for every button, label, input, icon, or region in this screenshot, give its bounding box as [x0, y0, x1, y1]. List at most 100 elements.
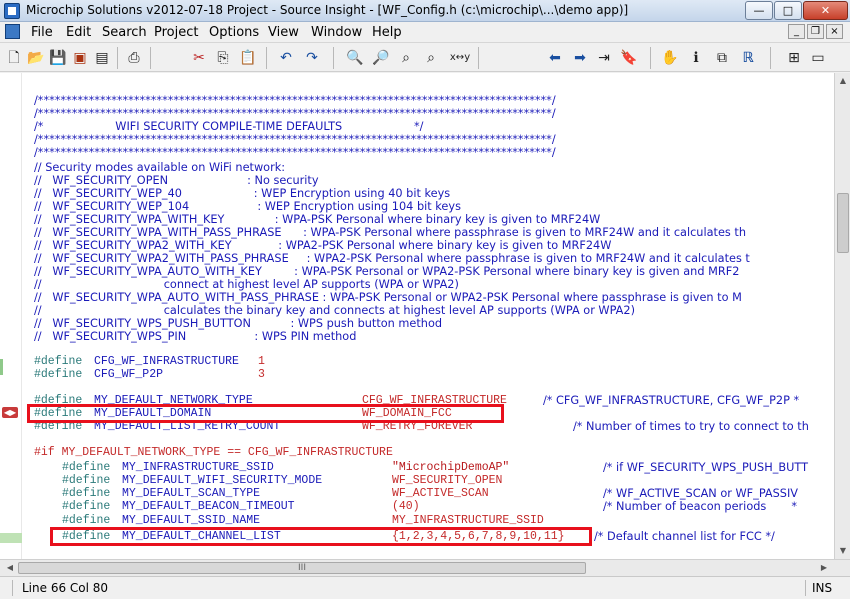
code-line: // WF_SECURITY_OPEN : No security [34, 174, 319, 187]
save-all-icon[interactable]: ▣ [70, 48, 90, 68]
code-line: /***************************************… [34, 94, 556, 107]
code-line: // WF_SECURITY_WEP_104 : WEP Encryption … [34, 200, 461, 213]
code-line: // connect at highest level AP supports … [34, 278, 459, 291]
status-separator [805, 580, 806, 596]
define-name: MY_DEFAULT_SSID_NAME [122, 514, 261, 527]
title-bar: Microchip Solutions v2012-07-18 Project … [0, 0, 850, 22]
define-keyword: #define [34, 368, 83, 381]
preprocessor-if-line: #if MY_DEFAULT_NETWORK_TYPE == CFG_WF_IN… [34, 446, 393, 459]
toolbar-separator [650, 47, 651, 69]
insert-mode-indicator: INS [812, 581, 833, 595]
search-backward-icon[interactable]: ⌕ [421, 48, 441, 68]
define-name: MY_INFRASTRUCTURE_SSID [122, 461, 274, 474]
code-line: /* WIFI SECURITY COMPILE-TIME DEFAULTS *… [34, 120, 424, 133]
define-value: MY_INFRASTRUCTURE_SSID [392, 514, 544, 527]
define-keyword: #define [62, 487, 111, 500]
define-comment: /* WF_ACTIVE_SCAN or WF_PASSIV [603, 487, 799, 500]
cut-icon[interactable]: ✂ [189, 48, 209, 68]
define-comment: /* if WF_SECURITY_WPS_PUSH_BUTT [603, 461, 808, 474]
toolbar-separator [117, 47, 118, 69]
highlight-box-domain [27, 404, 504, 423]
highlight-box-channel-list [50, 527, 592, 546]
save-icon[interactable]: 💾 [48, 48, 68, 68]
menu-edit[interactable]: Edit [66, 25, 91, 40]
undo-icon[interactable]: ↶ [276, 48, 296, 68]
define-name: CFG_WF_INFRASTRUCTURE [94, 355, 239, 368]
code-line: // WF_SECURITY_WPA_AUTO_WITH_PASS_PHRASE… [34, 291, 742, 304]
define-value: (40) [392, 500, 420, 513]
bookmark-icon[interactable]: 🔖 [619, 48, 639, 68]
print-icon[interactable]: ⎙ [124, 48, 144, 68]
replace-icon[interactable]: x↔y [447, 48, 473, 68]
status-bar: Line 66 Col 80 INS [0, 576, 850, 599]
menu-search[interactable]: Search [102, 25, 147, 40]
define-comment: /* Number of beacon periods * [603, 500, 798, 513]
relations-icon[interactable]: ℝ [738, 48, 758, 68]
menu-window[interactable]: Window [311, 25, 362, 40]
source-insight-app-icon[interactable] [4, 3, 20, 19]
horizontal-scrollbar[interactable]: ◀ III ▶ [0, 559, 850, 576]
close-button[interactable]: ✕ [803, 1, 848, 20]
define-comment: /* CFG_WF_INFRASTRUCTURE, CFG_WF_P2P * [543, 394, 800, 407]
symbol-info-icon[interactable]: ℹ [686, 48, 706, 68]
code-line: // WF_SECURITY_WPA_AUTO_WITH_KEY : WPA-P… [34, 265, 740, 278]
bookmark-marker-icon[interactable]: ◀▶ [2, 407, 18, 418]
menu-options[interactable]: Options [209, 25, 259, 40]
define-name: MY_DEFAULT_BEACON_TIMEOUT [122, 500, 295, 513]
current-line-marker [0, 533, 22, 543]
define-value: WF_SECURITY_OPEN [392, 474, 503, 487]
redo-icon[interactable]: ↷ [302, 48, 322, 68]
code-line: // WF_SECURITY_WPA2_WITH_KEY : WPA2-PSK … [34, 239, 612, 252]
document-system-menu-icon[interactable] [5, 24, 20, 39]
scroll-up-arrow-icon[interactable]: ▲ [835, 73, 850, 89]
code-line: /***************************************… [34, 107, 556, 120]
cursor-position: Line 66 Col 80 [22, 581, 109, 595]
define-value: "MicrochipDemoAP" [392, 461, 510, 474]
editor-gutter[interactable]: ◀▶ [0, 73, 22, 559]
define-keyword: #define [62, 514, 111, 527]
define-name: MY_DEFAULT_WIFI_SECURITY_MODE [122, 474, 323, 487]
close-file-icon[interactable]: ▤ [92, 48, 112, 68]
back-icon[interactable]: ⬅ [545, 48, 565, 68]
menu-help[interactable]: Help [372, 25, 402, 40]
minimize-button[interactable]: — [745, 1, 773, 20]
maximize-button[interactable]: □ [774, 1, 802, 20]
toolbar: 🗋 📂 💾 ▣ ▤ ⎙ ✂ ⎘ 📋 ↶ ↷ 🔍 🔎 ⌕ ⌕ x↔y ⬅ ➡ ⇥ … [0, 42, 850, 72]
search-files-icon[interactable]: 🔎 [371, 48, 391, 68]
browse-symbol-icon[interactable]: ✋ [660, 48, 680, 68]
code-editor[interactable]: ◀▶ /************************************… [0, 73, 834, 559]
code-line: // WF_SECURITY_WPA2_WITH_PASS_PHRASE : W… [34, 252, 750, 265]
copy-icon[interactable]: ⎘ [213, 48, 233, 68]
menu-project[interactable]: Project [154, 25, 198, 40]
define-keyword: #define [62, 500, 111, 513]
new-file-icon[interactable]: 🗋 [4, 48, 24, 68]
status-separator [12, 580, 13, 596]
modified-line-marker [0, 359, 3, 375]
references-icon[interactable]: ⧉ [712, 48, 732, 68]
forward-icon[interactable]: ➡ [570, 48, 590, 68]
document-restore-button[interactable]: ❐ [807, 24, 824, 39]
horizontal-scroll-thumb[interactable]: III [18, 562, 586, 574]
window-tile-icon[interactable]: ⊞ [784, 48, 804, 68]
paste-icon[interactable]: 📋 [238, 48, 258, 68]
document-close-button[interactable]: × [826, 24, 843, 39]
code-line: // WF_SECURITY_WPA_WITH_PASS_PHRASE : WP… [34, 226, 746, 239]
define-value: 1 [258, 355, 265, 368]
jump-to-line-icon[interactable]: ⇥ [594, 48, 614, 68]
scroll-right-arrow-icon[interactable]: ▶ [816, 560, 832, 576]
scroll-down-arrow-icon[interactable]: ▼ [835, 543, 850, 559]
open-folder-icon[interactable]: 📂 [26, 48, 46, 68]
define-comment: /* Number of times to try to connect to … [573, 420, 809, 433]
menu-view[interactable]: View [268, 25, 299, 40]
menu-file[interactable]: File [31, 25, 53, 40]
document-minimize-button[interactable]: _ [788, 24, 805, 39]
code-line: // WF_SECURITY_WPS_PUSH_BUTTON : WPS pus… [34, 317, 443, 330]
window-split-icon[interactable]: ▭ [808, 48, 828, 68]
search-icon[interactable]: 🔍 [345, 48, 365, 68]
vertical-scrollbar[interactable]: ▲ ▼ [834, 73, 850, 559]
search-forward-icon[interactable]: ⌕ [396, 48, 416, 68]
vertical-scroll-thumb[interactable] [837, 193, 849, 253]
toolbar-separator [478, 47, 479, 69]
scroll-left-arrow-icon[interactable]: ◀ [2, 560, 18, 576]
define-keyword: #define [34, 355, 83, 368]
